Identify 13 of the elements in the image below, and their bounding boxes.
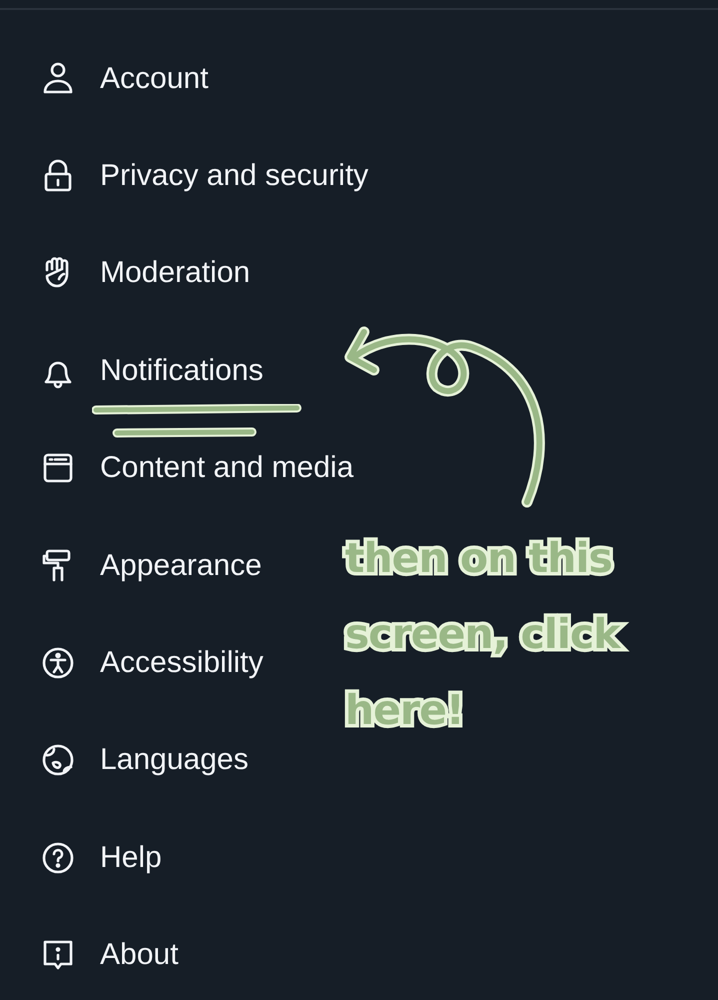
accessibility-icon (40, 645, 76, 682)
menu-item[interactable]: Notifications (100, 354, 264, 388)
menu-item[interactable]: Content and media (100, 451, 354, 486)
help-icon (40, 840, 76, 876)
menu-item[interactable]: Appearance (100, 548, 262, 583)
menu-item[interactable]: Moderation (100, 256, 250, 290)
menu-item[interactable]: Languages (100, 743, 248, 778)
menu-item[interactable]: Accessibility (100, 646, 264, 680)
menu-item[interactable]: About (100, 938, 178, 972)
menu-item[interactable]: Account (100, 62, 208, 96)
globe-icon (40, 742, 76, 778)
menu-item[interactable]: Privacy and security (100, 159, 368, 194)
menu-item[interactable]: Help (100, 840, 162, 875)
